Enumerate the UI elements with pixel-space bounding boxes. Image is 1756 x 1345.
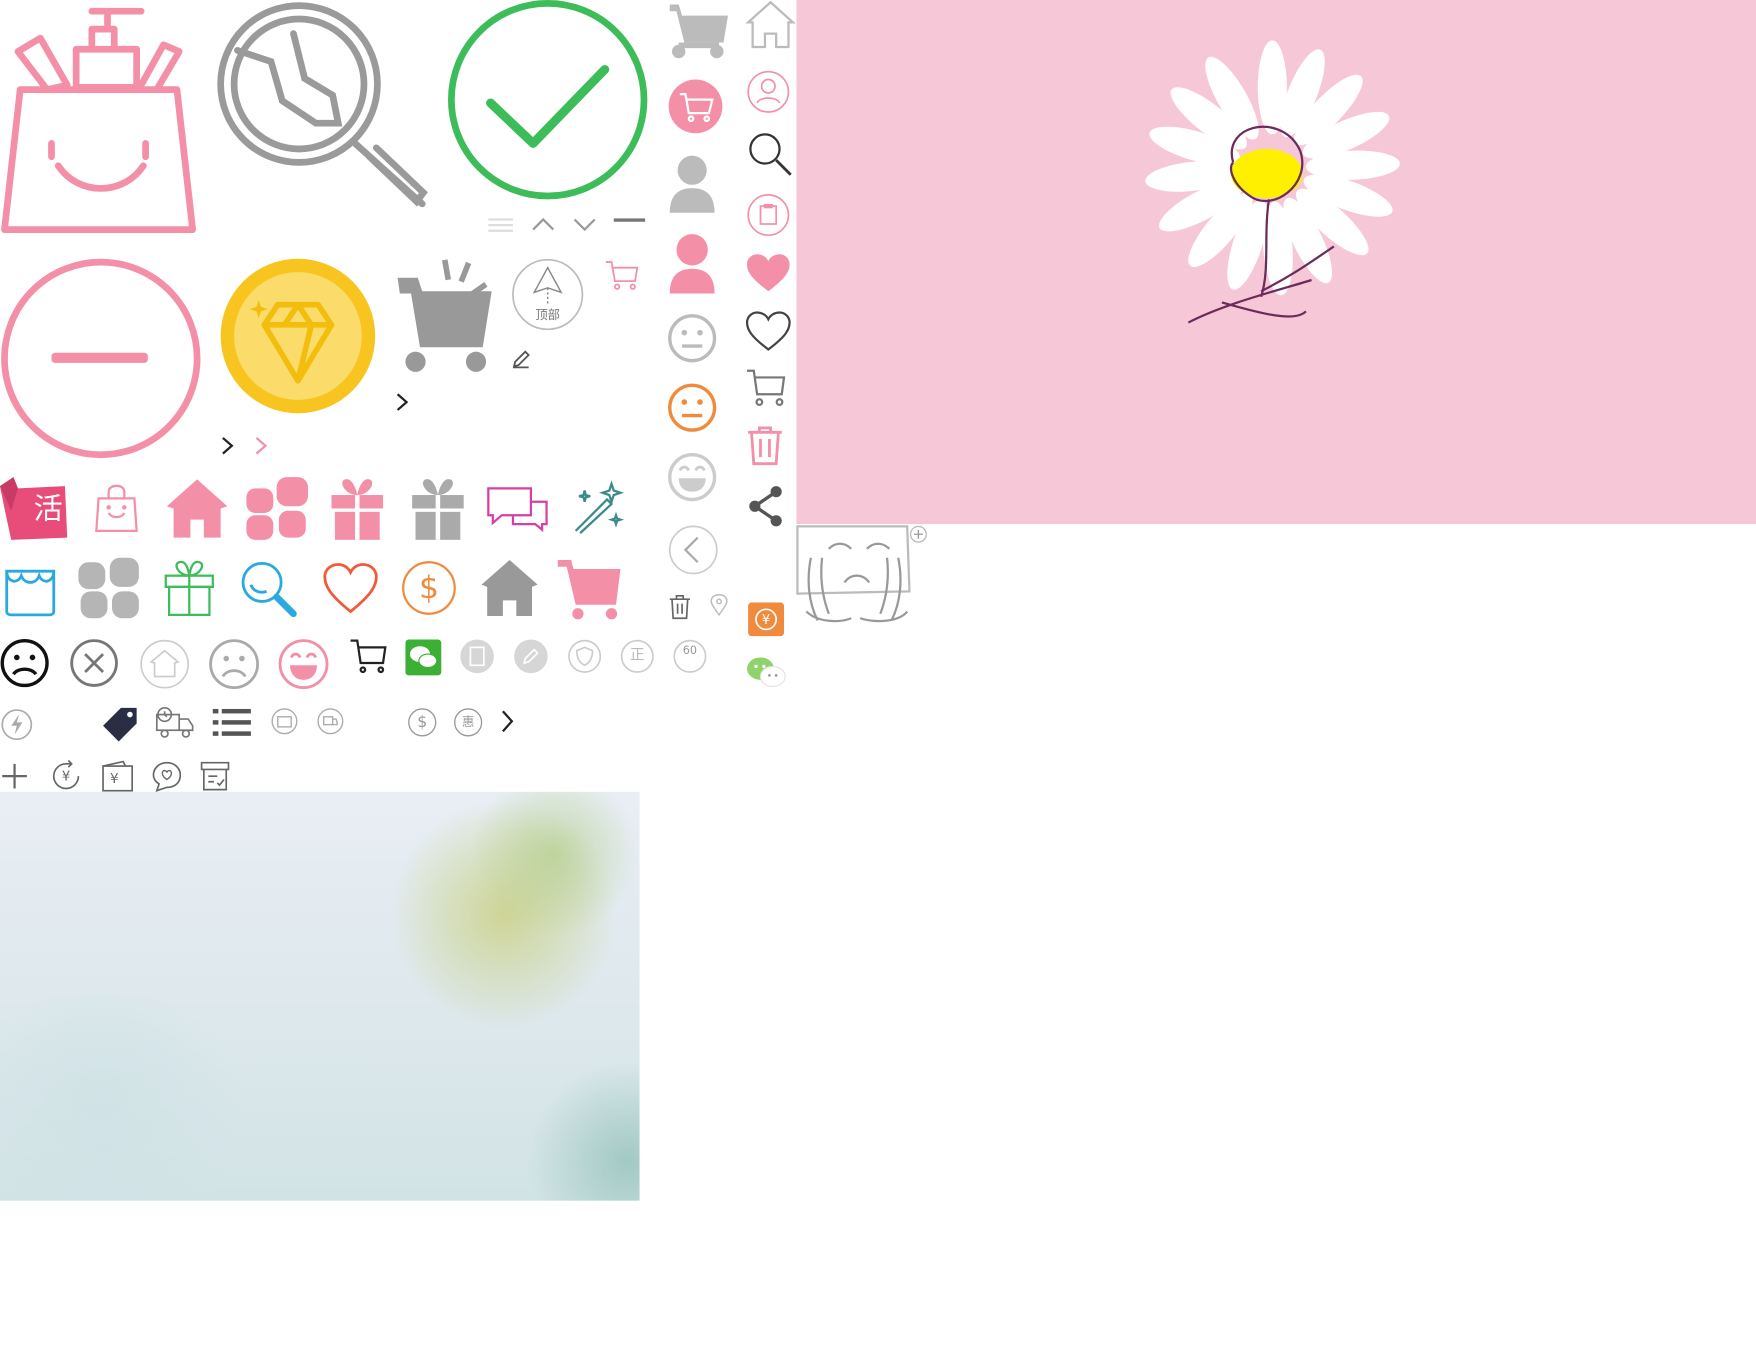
clipboard-circle-icon[interactable] xyxy=(746,193,791,238)
truck-circle-icon xyxy=(317,708,344,735)
zheng-label: 正 xyxy=(629,647,645,665)
huo-badge-label: 活 xyxy=(33,492,63,527)
dollar-small-label: $ xyxy=(417,713,428,732)
pink-flower-panel xyxy=(796,0,1756,525)
diamond-coin-icon xyxy=(220,258,377,415)
sad-black-icon xyxy=(0,638,49,688)
user-circle-pink-icon[interactable] xyxy=(746,69,791,114)
neutral-orange-face-icon xyxy=(668,383,717,432)
document-circle-icon[interactable] xyxy=(459,638,495,674)
review-bubble-icon xyxy=(150,759,184,793)
chevron-right-dark-icon[interactable] xyxy=(220,436,236,456)
cart-outline-black-icon[interactable] xyxy=(349,638,387,674)
edit-circle-icon[interactable] xyxy=(513,638,549,674)
home-circle-icon[interactable] xyxy=(139,638,191,690)
cart-pink-circle-icon[interactable] xyxy=(668,78,724,134)
cart-icon[interactable] xyxy=(395,258,494,372)
home-outline-icon[interactable] xyxy=(745,0,796,49)
gift-green-icon[interactable] xyxy=(164,560,216,617)
yuan-orange-label: ¥ xyxy=(761,611,771,628)
chevron-right-icon[interactable] xyxy=(394,392,410,412)
laugh-gray-icon xyxy=(668,452,717,502)
blurred-background-panel xyxy=(0,791,640,1201)
location-pin-icon xyxy=(710,593,728,617)
share-icon[interactable] xyxy=(746,484,786,529)
chat-icon[interactable] xyxy=(486,486,549,533)
shield-circle-icon xyxy=(567,638,603,674)
flower-illustration xyxy=(796,0,1756,525)
search-icon[interactable] xyxy=(746,130,793,177)
sixty-label: 60 xyxy=(682,645,698,658)
back-circle-icon[interactable] xyxy=(668,524,720,576)
trash-small-icon[interactable] xyxy=(668,594,693,621)
gift-pink-icon[interactable] xyxy=(329,477,385,540)
sad-gray-icon xyxy=(208,638,260,690)
wallet-circle-icon xyxy=(271,708,298,735)
minus-circle-icon xyxy=(0,258,202,460)
chevron-right-small-icon[interactable] xyxy=(500,708,516,735)
shop-icon[interactable] xyxy=(4,560,56,617)
heart-pink-filled-icon[interactable] xyxy=(746,253,791,293)
search-blue-icon[interactable] xyxy=(240,560,298,618)
shopping-bag-icon[interactable] xyxy=(95,482,138,534)
crying-face-icon xyxy=(795,524,929,625)
icon-sprite-sheet: 顶部 活 $ 正 60 $ 惠 ¥ ¥ ¥ xyxy=(0,0,1756,1345)
wechat-icon[interactable] xyxy=(405,639,442,676)
cart-outline-pink-icon[interactable] xyxy=(605,260,639,291)
home-gray-icon[interactable] xyxy=(479,558,539,618)
chevron-up-icon[interactable] xyxy=(531,216,556,232)
hui-label: 惠 xyxy=(462,714,475,730)
dash-icon xyxy=(613,217,646,224)
menu-lines-icon xyxy=(488,217,513,233)
dollar-label: $ xyxy=(418,568,439,606)
back-to-top-label: 顶部 xyxy=(535,308,560,323)
check-circle-icon xyxy=(446,0,650,204)
order-box-icon xyxy=(198,759,232,793)
delivery-truck-icon xyxy=(155,706,195,740)
magic-wand-icon[interactable] xyxy=(573,480,625,534)
laugh-pink-icon xyxy=(278,638,330,690)
heart-red-outline-icon[interactable] xyxy=(323,562,379,614)
magnifier-tool-icon xyxy=(215,0,430,215)
category-pink-icon[interactable] xyxy=(246,477,309,540)
chevron-down-icon[interactable] xyxy=(572,217,597,233)
chevron-right-pink-icon[interactable] xyxy=(253,436,269,456)
tag-icon xyxy=(103,706,139,742)
gift-gray-icon[interactable] xyxy=(410,477,466,540)
pencil-icon[interactable] xyxy=(511,349,531,369)
home-pink-icon[interactable] xyxy=(166,477,229,540)
flash-circle-icon xyxy=(0,708,34,742)
heart-outline-icon[interactable] xyxy=(745,311,791,351)
cart-gray-icon[interactable] xyxy=(668,0,731,60)
user-gray-icon xyxy=(668,155,717,215)
neutral-gray-face-icon xyxy=(668,314,717,363)
plus-icon[interactable] xyxy=(0,762,29,791)
cart-outline-gray-icon[interactable] xyxy=(746,367,786,407)
wechat-bubble-icon xyxy=(746,656,786,688)
user-pink-icon xyxy=(668,233,717,296)
refund-yuan-label: ¥ xyxy=(61,768,71,784)
trash-pink-icon[interactable] xyxy=(746,426,784,466)
cosmetics-bag-icon xyxy=(0,0,197,240)
category-gray-icon[interactable] xyxy=(78,557,141,621)
cart-pink-icon[interactable] xyxy=(557,558,623,621)
close-circle-icon[interactable] xyxy=(69,638,118,687)
wallet-yuan-label: ¥ xyxy=(109,770,119,787)
list-icon[interactable] xyxy=(212,708,251,737)
